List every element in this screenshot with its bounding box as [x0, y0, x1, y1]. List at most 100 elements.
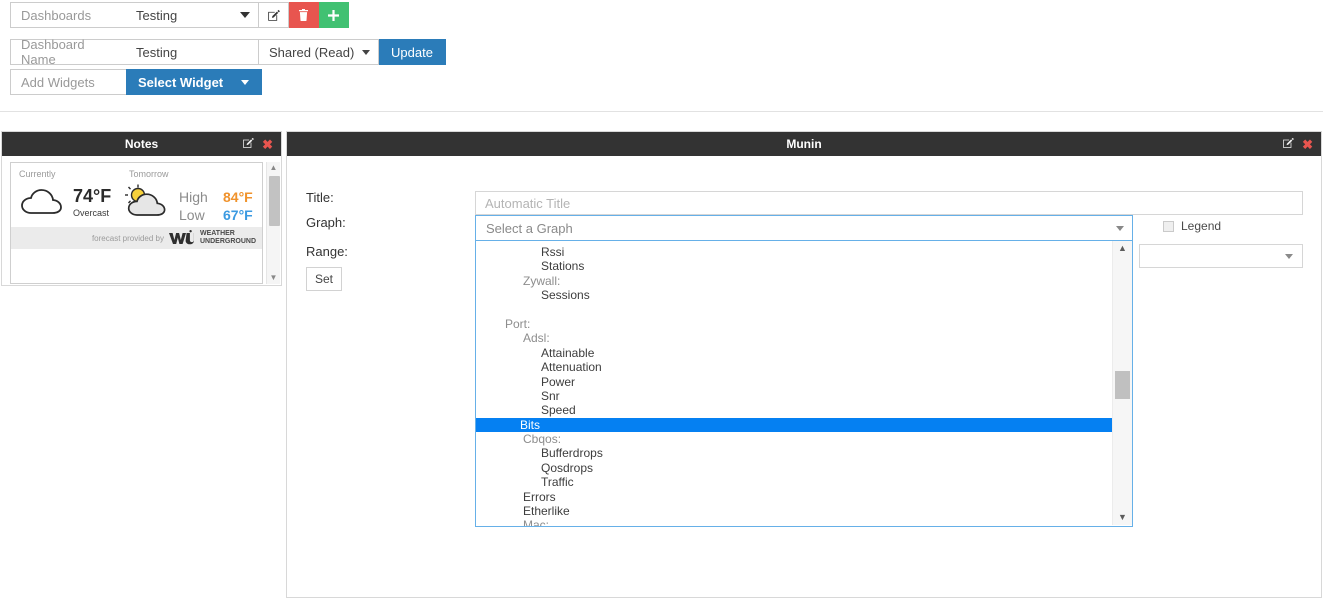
top-toolbar: Dashboards Testing Dashboard Name Testin…: [0, 0, 1323, 111]
notes-widget-panel: Notes ✖ Currently 74°F Overcast Tomorrow: [1, 131, 282, 286]
notes-scroll-thumb[interactable]: [269, 176, 280, 226]
chevron-down-icon: [1285, 253, 1293, 259]
cloud-icon: [21, 189, 62, 214]
weather-attribution-bar: forecast provided by WEATHER UNDERGROUND: [11, 227, 262, 249]
share-mode-value: Shared (Read): [269, 44, 355, 60]
notes-close-button[interactable]: ✖: [262, 138, 273, 151]
dashboards-select-value: Testing: [136, 7, 178, 23]
weather-current-temp: 74°F: [73, 186, 112, 206]
chevron-down-icon: [362, 49, 370, 55]
weather-brand-line2: UNDERGROUND: [200, 238, 256, 245]
scroll-down-icon[interactable]: ▼: [270, 272, 278, 284]
add-widgets-label: Add Widgets: [10, 69, 126, 95]
add-widgets-row: Add Widgets Select Widget: [10, 69, 263, 95]
graph-option-item[interactable]: Port:: [476, 317, 1113, 331]
set-button[interactable]: Set: [306, 267, 342, 291]
title-input[interactable]: Automatic Title: [475, 191, 1303, 215]
notes-scrollbar[interactable]: ▲ ▼: [266, 162, 280, 284]
chevron-down-icon: [241, 79, 250, 85]
delete-dashboard-button[interactable]: [289, 2, 319, 28]
dropdown-scroll-thumb[interactable]: [1115, 371, 1130, 399]
graph-option-item[interactable]: Bufferdrops: [476, 446, 1113, 460]
graph-option-item[interactable]: Sessions: [476, 288, 1113, 302]
weather-brand-text: WEATHER UNDERGROUND: [200, 230, 256, 245]
graph-option-spacer: [476, 303, 1113, 317]
graph-select[interactable]: Select a Graph: [475, 215, 1133, 241]
scroll-up-icon[interactable]: ▲: [270, 162, 278, 174]
select-widget-button[interactable]: Select Widget: [126, 69, 263, 95]
dashboards-label: Dashboards: [10, 2, 126, 28]
weather-low-label: Low: [179, 207, 205, 223]
graph-option-item[interactable]: Traffic: [476, 475, 1113, 489]
select-widget-label: Select Widget: [138, 74, 224, 90]
weather-content: Currently 74°F Overcast Tomorrow High 84…: [11, 163, 262, 283]
add-dashboard-button[interactable]: [319, 2, 349, 28]
munin-panel-title: Munin: [786, 137, 822, 151]
weather-high-label: High: [179, 189, 208, 205]
dashboards-row: Dashboards Testing: [10, 2, 349, 28]
plus-icon: [328, 9, 339, 21]
munin-panel-body: Title: Automatic Title Graph: Select a G…: [287, 156, 1321, 597]
trash-icon: [299, 9, 308, 21]
scroll-down-icon[interactable]: ▼: [1118, 510, 1127, 525]
edit-dashboard-button[interactable]: [259, 2, 289, 28]
dashboard-name-input[interactable]: Testing: [126, 39, 259, 65]
weather-underground-logo-icon: [169, 230, 194, 245]
graph-option-item[interactable]: Speed: [476, 403, 1113, 417]
dashboard-name-label: Dashboard Name: [10, 37, 126, 67]
notes-panel-body: Currently 74°F Overcast Tomorrow High 84…: [2, 156, 281, 286]
weather-forecast-card: Currently 74°F Overcast Tomorrow High 84…: [10, 162, 263, 284]
legend-checkbox[interactable]: [1163, 220, 1174, 232]
graph-option-item[interactable]: Power: [476, 375, 1113, 389]
edit-square-icon: [243, 137, 255, 148]
weather-current-condition: Overcast: [73, 208, 110, 218]
notes-panel-header: Notes ✖: [2, 132, 281, 156]
graph-option-item[interactable]: Bits: [476, 417, 1113, 433]
dashboards-select[interactable]: Testing: [126, 2, 259, 28]
weather-low-value: 67°F: [223, 207, 253, 223]
munin-widget-panel: Munin ✖ Title: Automatic Title Graph: Se…: [286, 131, 1322, 598]
weather-brand-line1: WEATHER: [200, 230, 235, 238]
munin-panel-header: Munin ✖: [287, 132, 1321, 156]
chevron-down-icon: [240, 12, 250, 18]
graph-select-value: Select a Graph: [486, 220, 573, 236]
graph-option-item[interactable]: Etherlike: [476, 504, 1113, 518]
graph-option-item[interactable]: Snr: [476, 389, 1113, 403]
legend-checkbox-group[interactable]: Legend: [1163, 219, 1221, 233]
sun-behind-cloud-icon: [125, 184, 166, 216]
graph-option-item[interactable]: Cbqos:: [476, 432, 1113, 446]
edit-square-icon: [1283, 137, 1295, 148]
title-field-label: Title:: [306, 190, 334, 205]
graph-option-item[interactable]: Rssi: [476, 245, 1113, 259]
notes-edit-button[interactable]: [242, 137, 255, 151]
weather-tomorrow-label: Tomorrow: [129, 169, 169, 179]
weather-currently-label: Currently: [19, 169, 56, 179]
weather-high-value: 84°F: [223, 189, 253, 205]
notes-panel-tools: ✖: [242, 132, 273, 156]
share-mode-select[interactable]: Shared (Read): [259, 39, 379, 65]
graph-field-label: Graph:: [306, 215, 346, 230]
scroll-up-icon[interactable]: ▲: [1118, 241, 1127, 256]
range-select[interactable]: [1139, 244, 1303, 268]
graph-option-list: Rssi Stations Zywall: Sessions Port: Adsl: At…: [476, 241, 1113, 526]
graph-option-item[interactable]: Attenuation: [476, 360, 1113, 374]
graph-dropdown-list[interactable]: Rssi Stations Zywall: Sessions Port: Adsl: At…: [475, 241, 1133, 527]
update-button[interactable]: Update: [379, 39, 446, 65]
range-field-label: Range:: [306, 244, 348, 259]
notes-panel-title: Notes: [124, 137, 159, 151]
edit-pencil-square-icon: [268, 9, 280, 21]
title-input-placeholder: Automatic Title: [485, 195, 571, 211]
graph-option-item[interactable]: Adsl:: [476, 331, 1113, 345]
munin-panel-tools: ✖: [1282, 132, 1313, 156]
graph-option-item[interactable]: Stations: [476, 259, 1113, 273]
graph-option-item[interactable]: Attainable: [476, 346, 1113, 360]
munin-close-button[interactable]: ✖: [1302, 138, 1313, 151]
graph-option-item[interactable]: Qosdrops: [476, 461, 1113, 475]
graph-option-item[interactable]: Zywall:: [476, 274, 1113, 288]
graph-option-item[interactable]: Mac:: [476, 518, 1113, 526]
weather-credit-text: forecast provided by: [91, 233, 164, 243]
dashboard-name-row: Dashboard Name Testing Shared (Read) Upd…: [10, 37, 446, 67]
graph-option-item[interactable]: Errors: [476, 490, 1113, 504]
munin-edit-button[interactable]: [1282, 137, 1295, 151]
legend-label: Legend: [1181, 219, 1222, 233]
